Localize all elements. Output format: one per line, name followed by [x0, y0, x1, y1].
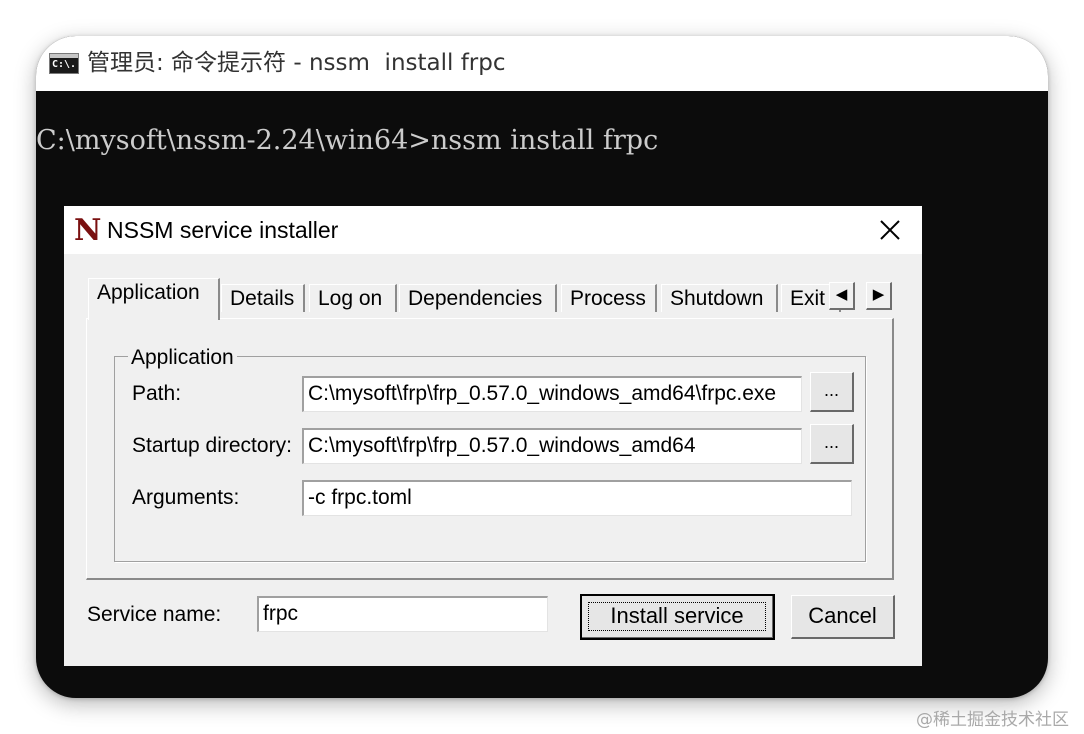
- console-titlebar[interactable]: C:\. 管理员: 命令提示符 - nssm install frpc: [36, 36, 1048, 91]
- console-title: 管理员: 命令提示符 - nssm install frpc: [87, 50, 506, 76]
- install-service-label: Install service: [610, 603, 744, 628]
- startup-directory-field[interactable]: C:\mysoft\frp\frp_0.57.0_windows_amd64: [302, 428, 802, 464]
- path-browse-button[interactable]: ...: [810, 372, 854, 412]
- nssm-logo-icon: N: [74, 213, 102, 248]
- nssm-dialog: N NSSM service installer Application Det…: [64, 206, 922, 666]
- tab-process[interactable]: Process: [561, 284, 657, 312]
- tab-scroll-left-icon[interactable]: ◀: [829, 282, 855, 310]
- arguments-field[interactable]: -c frpc.toml: [302, 480, 852, 516]
- path-label: Path:: [132, 382, 182, 405]
- cancel-button[interactable]: Cancel: [791, 595, 895, 639]
- arguments-label: Arguments:: [132, 486, 240, 509]
- group-title: Application: [128, 346, 237, 370]
- tab-scroll-right-icon[interactable]: ▶: [866, 282, 892, 310]
- dialog-titlebar[interactable]: N NSSM service installer: [64, 206, 922, 254]
- tab-application[interactable]: Application: [88, 278, 220, 320]
- dialog-title: NSSM service installer: [107, 217, 339, 243]
- cmd-icon: C:\.: [49, 53, 79, 74]
- tab-dependencies[interactable]: Dependencies: [399, 284, 557, 312]
- tab-bar: Application Details Log on Dependencies …: [88, 278, 896, 320]
- service-name-field[interactable]: frpc: [257, 596, 548, 632]
- tab-details[interactable]: Details: [221, 284, 305, 312]
- watermark: @稀土掘金技术社区: [916, 710, 1069, 730]
- close-icon[interactable]: [872, 212, 908, 248]
- startup-directory-browse-button[interactable]: ...: [810, 424, 854, 464]
- tab-shutdown[interactable]: Shutdown: [661, 284, 778, 312]
- startup-directory-label: Startup directory:: [132, 434, 292, 457]
- tab-log-on[interactable]: Log on: [309, 284, 397, 312]
- console-command-line: C:\mysoft\nssm-2.24\win64>nssm install f…: [36, 125, 659, 156]
- install-service-button[interactable]: Install service: [580, 594, 775, 640]
- service-name-label: Service name:: [87, 603, 222, 626]
- path-field[interactable]: C:\mysoft\frp\frp_0.57.0_windows_amd64\f…: [302, 376, 802, 412]
